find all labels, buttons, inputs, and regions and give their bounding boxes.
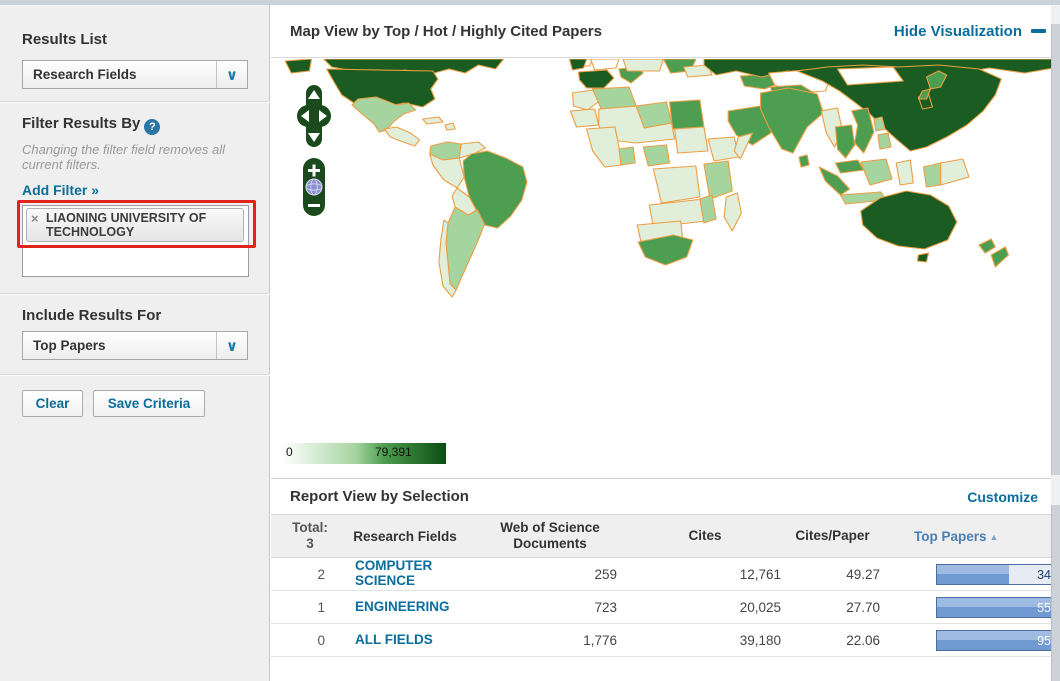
chevron-down-icon[interactable]: ∨ (216, 332, 247, 359)
total-label: Total: (292, 520, 328, 535)
row-cites: 39,180 (625, 633, 785, 648)
include-results-dropdown[interactable]: Top Papers ∨ (22, 331, 248, 360)
total-value: 3 (306, 536, 314, 551)
column-research-fields[interactable]: Research Fields (335, 529, 475, 544)
row-docs: 259 (475, 567, 625, 582)
save-criteria-button[interactable]: Save Criteria (93, 390, 205, 417)
minus-icon (1031, 29, 1046, 33)
section-divider (0, 293, 270, 295)
help-icon[interactable]: ? (144, 119, 160, 135)
top-papers-value: 95 (1037, 631, 1051, 651)
scrollbar-thumb[interactable] (1051, 24, 1060, 475)
hide-visualization-link[interactable]: Hide Visualization (894, 5, 1046, 58)
row-field-cell: ALL FIELDS (335, 631, 475, 649)
table-row: 0 ALL FIELDS 1,77639,18022.06 95 (271, 624, 1060, 657)
zoom-out-icon (308, 204, 320, 207)
filter-chip-label: LIAONING UNIVERSITY OF TECHNOLOGY (46, 211, 239, 239)
row-top-papers-cell: 55 (880, 597, 1060, 618)
research-field-link[interactable]: COMPUTER SCIENCE (355, 558, 467, 588)
row-top-papers-cell: 34 (880, 564, 1060, 585)
filter-note: Changing the filter field removes all cu… (22, 142, 246, 172)
map-area: 0 79,391 (271, 59, 1060, 478)
top-papers-bar[interactable]: 55 (936, 597, 1054, 618)
top-papers-value: 55 (1037, 598, 1051, 618)
row-rank: 1 (285, 600, 335, 615)
total-header: Total:3 (285, 520, 335, 552)
row-top-papers-cell: 95 (880, 630, 1060, 651)
column-top-papers-label: Top Papers (914, 529, 987, 544)
top-papers-bar-fill (937, 565, 1009, 584)
top-papers-bar[interactable]: 34 (936, 564, 1054, 585)
column-top-papers[interactable]: Top Papers▲ (880, 529, 1060, 544)
row-docs: 1,776 (475, 633, 625, 648)
table-row: 2 COMPUTER SCIENCE 25912,76149.27 34 (271, 558, 1060, 591)
include-results-dropdown-value: Top Papers (23, 338, 216, 353)
section-divider (0, 374, 270, 376)
row-cites-per-paper: 22.06 (785, 633, 880, 648)
research-field-link[interactable]: ALL FIELDS (355, 632, 433, 647)
table-header-row: Total:3 Research Fields Web of Science D… (271, 514, 1060, 558)
add-filter-link[interactable]: Add Filter » (22, 182, 99, 198)
row-rank: 2 (285, 567, 335, 582)
remove-filter-icon[interactable]: × (31, 211, 46, 239)
row-cites: 20,025 (625, 600, 785, 615)
top-papers-value: 34 (1037, 565, 1051, 585)
map-view-title: Map View by Top / Hot / Highly Cited Pap… (290, 5, 602, 58)
customize-link[interactable]: Customize (967, 479, 1038, 515)
top-papers-bar-fill (937, 631, 1053, 650)
pan-control[interactable] (297, 85, 331, 147)
row-field-cell: ENGINEERING (335, 598, 475, 616)
report-view-header: Report View by Selection Customize (271, 478, 1060, 514)
results-list-dropdown[interactable]: Research Fields ∨ (22, 60, 248, 89)
clear-button[interactable]: Clear (22, 390, 83, 417)
report-view-title: Report View by Selection (290, 479, 469, 515)
globe-icon (306, 179, 322, 195)
row-cites: 12,761 (625, 567, 785, 582)
results-list-dropdown-value: Research Fields (23, 67, 216, 82)
scrollbar-thumb[interactable] (1051, 505, 1060, 681)
zoom-control[interactable] (303, 158, 325, 216)
scrollbar[interactable] (1051, 5, 1060, 681)
world-choropleth-map[interactable] (271, 59, 1060, 469)
hide-visualization-label: Hide Visualization (894, 23, 1022, 40)
row-cites-per-paper: 49.27 (785, 567, 880, 582)
report-table: Total:3 Research Fields Web of Science D… (271, 514, 1060, 657)
row-field-cell: COMPUTER SCIENCE (335, 558, 475, 590)
filter-results-heading: Filter Results By? (22, 115, 160, 135)
table-row: 1 ENGINEERING 72320,02527.70 55 (271, 591, 1060, 624)
sidebar: Results List Research Fields ∨ Filter Re… (0, 5, 270, 681)
legend-max-label: 79,391 (375, 445, 412, 459)
filter-results-heading-text: Filter Results By (22, 115, 140, 132)
include-results-heading: Include Results For (22, 307, 161, 324)
legend-min-label: 0 (286, 445, 293, 459)
row-cites-per-paper: 27.70 (785, 600, 880, 615)
report-table-body: 2 COMPUTER SCIENCE 25912,76149.27 34 1 ENGINE… (271, 558, 1060, 657)
map-view-header: Map View by Top / Hot / Highly Cited Pap… (271, 5, 1060, 58)
research-field-link[interactable]: ENGINEERING (355, 599, 450, 614)
top-papers-bar-fill (937, 598, 1053, 617)
active-filters-box[interactable]: × LIAONING UNIVERSITY OF TECHNOLOGY (22, 205, 249, 277)
sort-ascending-icon: ▲ (990, 532, 999, 542)
column-cites-per-paper[interactable]: Cites/Paper (785, 528, 880, 544)
section-divider (0, 101, 270, 103)
map-legend: 0 79,391 (282, 443, 446, 464)
row-docs: 723 (475, 600, 625, 615)
results-list-heading: Results List (22, 31, 107, 48)
top-papers-bar[interactable]: 95 (936, 630, 1054, 651)
row-rank: 0 (285, 633, 335, 648)
countries[interactable] (285, 59, 1060, 297)
map-controls (297, 85, 331, 221)
filter-chip[interactable]: × LIAONING UNIVERSITY OF TECHNOLOGY (26, 208, 244, 242)
column-wos-documents[interactable]: Web of Science Documents (475, 520, 625, 552)
column-cites[interactable]: Cites (625, 528, 785, 544)
chevron-down-icon[interactable]: ∨ (216, 61, 247, 88)
main-panel: Map View by Top / Hot / Highly Cited Pap… (271, 5, 1060, 681)
